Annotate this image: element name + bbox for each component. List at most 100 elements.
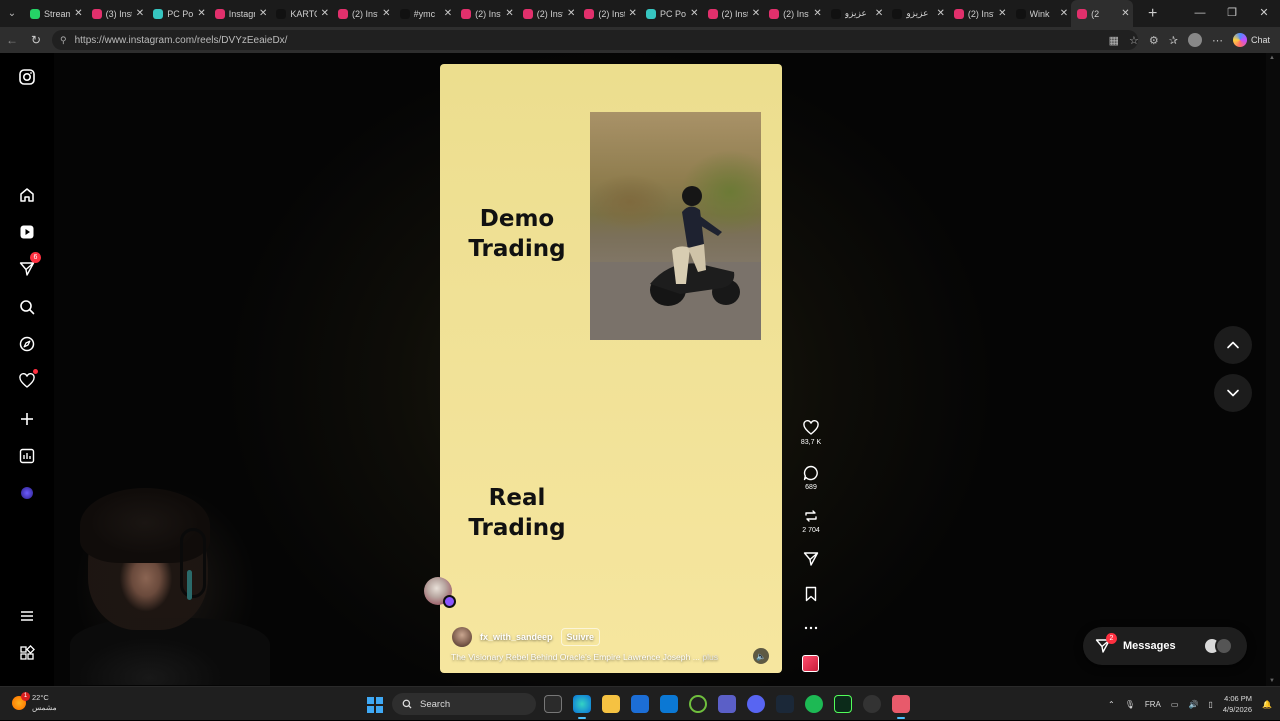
tab-close-icon[interactable]: ✕ <box>505 8 513 19</box>
like-heart-icon[interactable] <box>803 420 819 436</box>
network-icon[interactable]: ▭ <box>1171 700 1179 709</box>
discord-icon[interactable] <box>747 695 765 713</box>
dashboard-chart-icon[interactable] <box>15 444 39 468</box>
refresh-button[interactable]: ↻ <box>24 33 48 47</box>
browser-tab[interactable]: (2) Inst ✕ <box>455 0 517 27</box>
tab-close-icon[interactable]: ✕ <box>197 8 205 19</box>
browser-tab[interactable]: KARTO ✕ <box>270 0 332 27</box>
repost-icon[interactable] <box>803 508 819 524</box>
notifications-heart-icon[interactable] <box>15 369 39 393</box>
minimize-button[interactable]: — <box>1184 0 1216 27</box>
caption-more-link[interactable]: plus <box>702 652 718 662</box>
browser-tab[interactable]: #ymc ✕ <box>394 0 456 27</box>
browser-tab[interactable]: Wink ✕ <box>1010 0 1072 27</box>
maximize-button[interactable]: ❐ <box>1216 0 1248 27</box>
tab-close-icon[interactable]: ✕ <box>382 8 390 19</box>
app-icon[interactable] <box>863 695 881 713</box>
site-info-icon[interactable]: ⚲ <box>60 35 67 46</box>
home-icon[interactable] <box>15 183 39 207</box>
tab-close-icon[interactable]: ✕ <box>875 8 883 19</box>
xbox-icon[interactable] <box>689 695 707 713</box>
tab-close-icon[interactable]: ✕ <box>629 8 637 19</box>
tab-close-icon[interactable]: ✕ <box>752 8 760 19</box>
tab-close-icon[interactable]: ✕ <box>444 8 452 19</box>
teams-icon[interactable] <box>718 695 736 713</box>
browser-tab[interactable]: Stream ✕ <box>24 0 86 27</box>
more-menu-hamburger-icon[interactable] <box>15 604 39 628</box>
explore-compass-icon[interactable] <box>15 332 39 356</box>
split-screen-icon[interactable]: ▦ <box>1109 34 1119 47</box>
search-icon[interactable] <box>15 295 39 319</box>
tab-close-icon[interactable]: ✕ <box>321 8 329 19</box>
author-avatar[interactable] <box>452 627 472 647</box>
kick-app-icon[interactable] <box>834 695 852 713</box>
mute-toggle-button[interactable]: 🔈 <box>753 648 769 664</box>
browser-tab[interactable]: (3) Inst ✕ <box>86 0 148 27</box>
browser-tab[interactable]: (2) Inst ✕ <box>517 0 579 27</box>
language-indicator[interactable]: FRA <box>1145 700 1161 709</box>
tab-close-icon[interactable]: ✕ <box>813 8 821 19</box>
notifications-bell-icon[interactable]: 🔔 <box>1262 700 1272 709</box>
page-scrollbar[interactable] <box>1266 53 1280 686</box>
file-explorer-icon[interactable] <box>602 695 620 713</box>
more-menu-icon[interactable]: ⋯ <box>1212 34 1223 47</box>
repost-action[interactable]: 2 704 <box>796 508 826 534</box>
active-app-icon[interactable] <box>892 695 910 719</box>
browser-tab[interactable]: Instagr ✕ <box>209 0 271 27</box>
messages-nav-icon[interactable]: 6 <box>15 252 41 281</box>
tray-overflow-chevron-icon[interactable]: ⌃ <box>1108 700 1115 709</box>
tab-close-icon[interactable]: ✕ <box>136 8 144 19</box>
original-audio-thumbnail[interactable] <box>802 655 819 672</box>
extensions-icon[interactable]: ⚙ <box>1149 34 1159 47</box>
share-action[interactable] <box>796 551 826 567</box>
tab-close-icon[interactable]: ✕ <box>937 8 945 19</box>
tab-close-icon[interactable]: ✕ <box>567 8 575 19</box>
taskbar-search[interactable]: Search <box>392 693 536 715</box>
weather-widget[interactable]: 1 22°C مشمس <box>12 692 57 713</box>
previous-reel-button[interactable] <box>1214 326 1252 364</box>
volume-icon[interactable]: 🔊 <box>1188 700 1198 709</box>
spotify-icon[interactable] <box>805 695 823 713</box>
browser-tab[interactable]: عزيزو ✕ <box>825 0 887 27</box>
close-window-button[interactable]: ✕ <box>1248 0 1280 27</box>
address-bar[interactable]: ⚲ https://www.instagram.com/reels/DVYzEe… <box>52 30 1138 50</box>
tab-close-icon[interactable]: ✕ <box>690 8 698 19</box>
tab-close-icon[interactable]: ✕ <box>1121 8 1129 19</box>
browser-tab[interactable]: (2) Inst ✕ <box>948 0 1010 27</box>
browser-tab[interactable]: (2) Inst ✕ <box>702 0 764 27</box>
author-username[interactable]: fx_with_sandeep <box>480 632 553 642</box>
browser-tab[interactable]: عزيزو ✕ <box>886 0 948 27</box>
like-action[interactable]: 83,7 K <box>796 420 826 446</box>
new-tab-button[interactable]: + <box>1143 5 1163 23</box>
edge-browser-icon[interactable] <box>573 695 591 719</box>
favorite-star-icon[interactable]: ☆ <box>1129 34 1139 47</box>
profile-avatar[interactable] <box>1187 33 1202 47</box>
bookmark-icon[interactable] <box>803 586 819 602</box>
also-from-meta-icon[interactable] <box>15 641 39 665</box>
reels-icon[interactable] <box>15 220 39 244</box>
browser-tab[interactable]: (2) Inst ✕ <box>332 0 394 27</box>
steam-icon[interactable] <box>776 695 794 713</box>
messages-pill[interactable]: 2 Messages <box>1083 627 1247 665</box>
task-view-icon[interactable] <box>544 695 562 713</box>
outlook-icon[interactable] <box>631 695 649 713</box>
viewer-story-avatar[interactable] <box>424 577 456 608</box>
more-options-action[interactable] <box>796 620 826 636</box>
microphone-icon[interactable]: 🎙 <box>1125 700 1135 709</box>
tab-actions-menu-button[interactable]: ⌄ <box>0 0 24 27</box>
browser-tab[interactable]: PC Por ✕ <box>640 0 702 27</box>
share-paper-plane-icon[interactable] <box>803 551 819 567</box>
copilot-chat-button[interactable]: Chat <box>1232 33 1270 47</box>
reel-caption[interactable]: The Visionary Rebel Behind Oracle's Empi… <box>451 652 718 662</box>
start-button[interactable] <box>367 697 383 713</box>
profile-avatar-icon[interactable] <box>15 481 39 505</box>
tab-close-icon[interactable]: ✕ <box>998 8 1006 19</box>
browser-tab[interactable]: PC Por ✕ <box>147 0 209 27</box>
more-dots-icon[interactable] <box>803 620 819 636</box>
comment-bubble-icon[interactable] <box>803 465 819 481</box>
create-plus-icon[interactable] <box>15 407 39 431</box>
browser-tab[interactable]: (2 ✕ <box>1071 0 1133 27</box>
tab-close-icon[interactable]: ✕ <box>74 8 82 19</box>
next-reel-button[interactable] <box>1214 374 1252 412</box>
tab-close-icon[interactable]: ✕ <box>259 8 267 19</box>
